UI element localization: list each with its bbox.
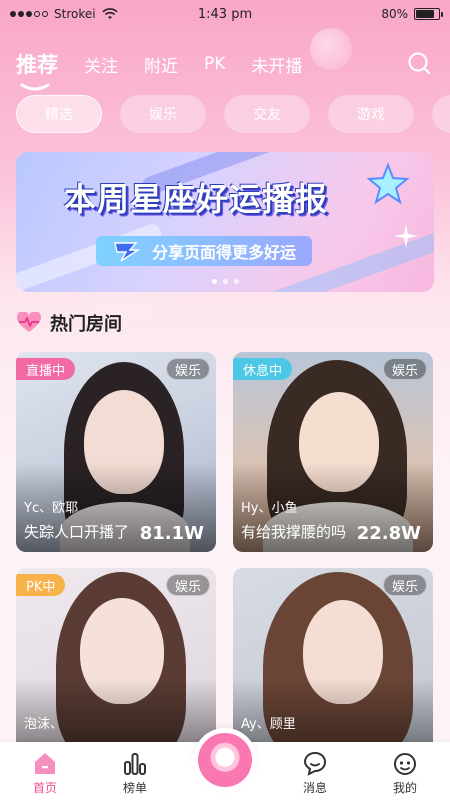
tab-profile[interactable]: 我的 <box>370 750 440 796</box>
carrier-name: Strokei <box>54 7 96 21</box>
tab-nearby[interactable]: 附近 <box>144 52 178 77</box>
status-badge: 直播中 <box>16 358 76 380</box>
tab-following[interactable]: 关注 <box>84 52 118 77</box>
section-title: 热门房间 <box>50 314 122 335</box>
banner-subtitle-box: 分享页面得更多好运 <box>96 236 313 266</box>
status-badge: PK中 <box>16 574 66 596</box>
status-bar: Strokei 1:43 pm 80% <box>0 0 450 28</box>
go-live-icon <box>198 733 252 787</box>
room-title: 有给我撑腰的吗 <box>241 523 347 541</box>
banner-title: 本周星座好运播报 <box>64 180 329 218</box>
home-icon <box>35 753 55 774</box>
tab-label: 首页 <box>32 781 57 795</box>
room-card[interactable]: PK中 娱乐 泡沫、 <box>16 568 216 768</box>
chip-entertainment[interactable]: 娱乐 <box>120 95 206 133</box>
sparkle-icon <box>394 224 418 248</box>
banner-pagination <box>16 279 434 284</box>
hot-rooms-header: 热门房间 <box>16 310 122 336</box>
battery-percent: 80% <box>381 7 408 21</box>
host-name: 泡沫、 <box>24 717 64 732</box>
tab-label: 附近 <box>144 56 178 77</box>
tab-label: 关注 <box>84 56 118 77</box>
category-badge: 娱乐 <box>165 574 210 596</box>
heart-pulse-icon <box>16 312 42 332</box>
room-card[interactable]: 休息中 娱乐 Hy、小鱼 有给我撑腰的吗 22.8W <box>233 352 433 552</box>
page-dot[interactable] <box>233 279 239 284</box>
battery-icon <box>414 8 443 20</box>
tab-label: 我的 <box>392 781 417 795</box>
chip-featured[interactable]: 精选 <box>16 95 102 133</box>
tab-label: 榜单 <box>122 781 147 795</box>
tab-label: PK <box>204 54 226 74</box>
tab-label: 未开播 <box>251 56 303 77</box>
chip-games[interactable]: 游戏 <box>328 95 414 133</box>
banner-subtitle: 分享页面得更多好运 <box>152 243 297 262</box>
bar-chart-icon <box>124 753 146 775</box>
tab-not-live[interactable]: 未开播 <box>251 52 302 77</box>
category-chips: 精选 娱乐 交友 游戏 <box>16 95 450 135</box>
page-dot[interactable] <box>222 279 228 284</box>
promo-banner[interactable]: 本周星座好运播报 分享页面得更多好运 <box>16 152 434 292</box>
tab-ranking[interactable]: 榜单 <box>100 750 170 796</box>
room-card[interactable]: 娱乐 Ay、顾里 <box>233 568 433 768</box>
category-badge: 娱乐 <box>382 358 427 380</box>
host-name: Hy、小鱼 <box>241 501 298 516</box>
viewer-count: 81.1W <box>139 523 204 544</box>
share-icon <box>114 242 141 262</box>
host-name: Yc、欧耶 <box>24 501 79 516</box>
host-name: Ay、顾里 <box>241 717 296 732</box>
wifi-icon <box>102 8 118 19</box>
category-badge: 娱乐 <box>382 574 427 596</box>
room-title: 失踪人口开播了 <box>24 523 130 541</box>
top-nav: 推荐 关注 附近 PK 未开播 <box>16 44 434 91</box>
chip-more[interactable] <box>432 95 450 133</box>
chat-bubble-icon <box>303 751 327 776</box>
star-icon <box>366 162 410 205</box>
tab-active-indicator <box>20 83 50 91</box>
category-badge: 娱乐 <box>165 358 210 380</box>
viewer-count: 22.8W <box>356 523 421 544</box>
tab-label: 消息 <box>302 781 327 795</box>
tab-label: 推荐 <box>16 53 58 77</box>
tab-home[interactable]: 首页 <box>10 750 80 796</box>
status-badge: 休息中 <box>233 358 293 380</box>
smiley-icon <box>394 753 416 775</box>
chip-social[interactable]: 交友 <box>224 95 310 133</box>
go-live-button[interactable] <box>193 728 257 792</box>
room-card[interactable]: 直播中 娱乐 Yc、欧耶 失踪人口开播了 81.1W <box>16 352 216 552</box>
tab-recommend[interactable]: 推荐 <box>16 49 58 91</box>
page-dot[interactable] <box>211 279 217 284</box>
tab-messages[interactable]: 消息 <box>280 750 350 796</box>
tab-pk[interactable]: PK <box>204 54 225 74</box>
search-icon[interactable] <box>406 50 432 76</box>
signal-icon <box>10 11 48 17</box>
